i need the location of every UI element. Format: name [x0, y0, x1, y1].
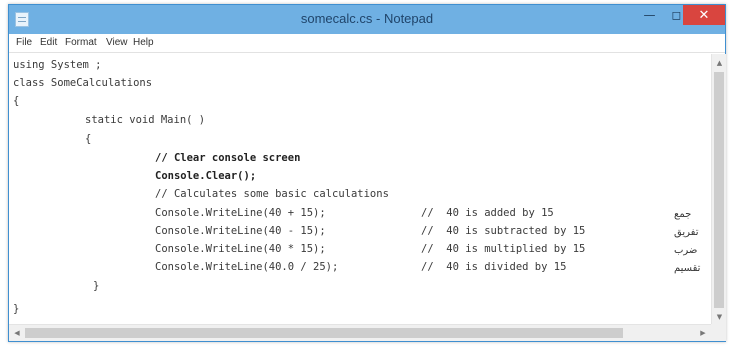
maximize-icon: ◻: [671, 8, 682, 22]
menu-bar: File Edit Format View Help: [9, 34, 725, 53]
code-comment: // 40 is divided by 15: [421, 261, 567, 273]
minimize-icon: —: [643, 8, 656, 22]
close-button[interactable]: ✕: [683, 5, 725, 25]
vertical-scrollbar[interactable]: ▲ ▼: [711, 54, 726, 324]
code-line: class SomeCalculations: [13, 77, 153, 89]
horizontal-scrollbar[interactable]: ◀ ▶: [9, 324, 711, 341]
arrow-down-icon[interactable]: ▼: [712, 310, 727, 324]
code-line: }: [13, 303, 20, 315]
menu-format[interactable]: Format: [65, 37, 97, 48]
arrow-up-icon[interactable]: ▲: [712, 56, 727, 70]
menu-file[interactable]: File: [16, 37, 32, 48]
code-line: Console.WriteLine(40 + 15);: [155, 207, 326, 219]
code-comment: // 40 is added by 15: [421, 207, 554, 219]
code-line: static void Main( ): [85, 114, 206, 126]
arrow-left-icon[interactable]: ◀: [10, 325, 24, 341]
annotation-label: تفریق: [674, 227, 699, 238]
text-editor[interactable]: using System ; class SomeCalculations { …: [9, 54, 711, 324]
window-title: somecalc.cs - Notepad: [300, 11, 434, 26]
vertical-scroll-thumb[interactable]: [714, 72, 724, 308]
code-line: using System ;: [13, 59, 102, 71]
code-line: {: [13, 95, 20, 107]
code-line: {: [85, 133, 92, 145]
annotation-label: تقسیم: [674, 263, 701, 274]
code-line: Console.WriteLine(40 - 15);: [155, 225, 326, 237]
code-line: Console.WriteLine(40 * 15);: [155, 243, 326, 255]
code-line: Console.Clear();: [155, 170, 257, 182]
arrow-right-icon[interactable]: ▶: [696, 325, 710, 341]
notepad-window: somecalc.cs - Notepad — ◻ ✕ File Edit Fo…: [8, 4, 726, 342]
code-line: }: [93, 280, 100, 292]
code-comment: // Clear console screen: [155, 152, 301, 164]
code-line: Console.WriteLine(40.0 / 25);: [155, 261, 339, 273]
code-comment: // Calculates some basic calculations: [155, 188, 389, 200]
annotation-label: ضرب: [674, 245, 698, 256]
code-comment: // 40 is subtracted by 15: [421, 225, 586, 237]
minimize-button[interactable]: —: [636, 5, 663, 25]
size-grip[interactable]: [711, 324, 726, 341]
menu-view[interactable]: View: [106, 37, 128, 48]
title-bar[interactable]: somecalc.cs - Notepad — ◻ ✕: [9, 5, 725, 34]
code-comment: // 40 is multiplied by 15: [421, 243, 586, 255]
close-icon: ✕: [698, 7, 710, 23]
menu-help[interactable]: Help: [133, 37, 154, 48]
annotation-label: جمع: [674, 209, 692, 220]
menu-edit[interactable]: Edit: [40, 37, 57, 48]
horizontal-scroll-thumb[interactable]: [25, 328, 623, 338]
